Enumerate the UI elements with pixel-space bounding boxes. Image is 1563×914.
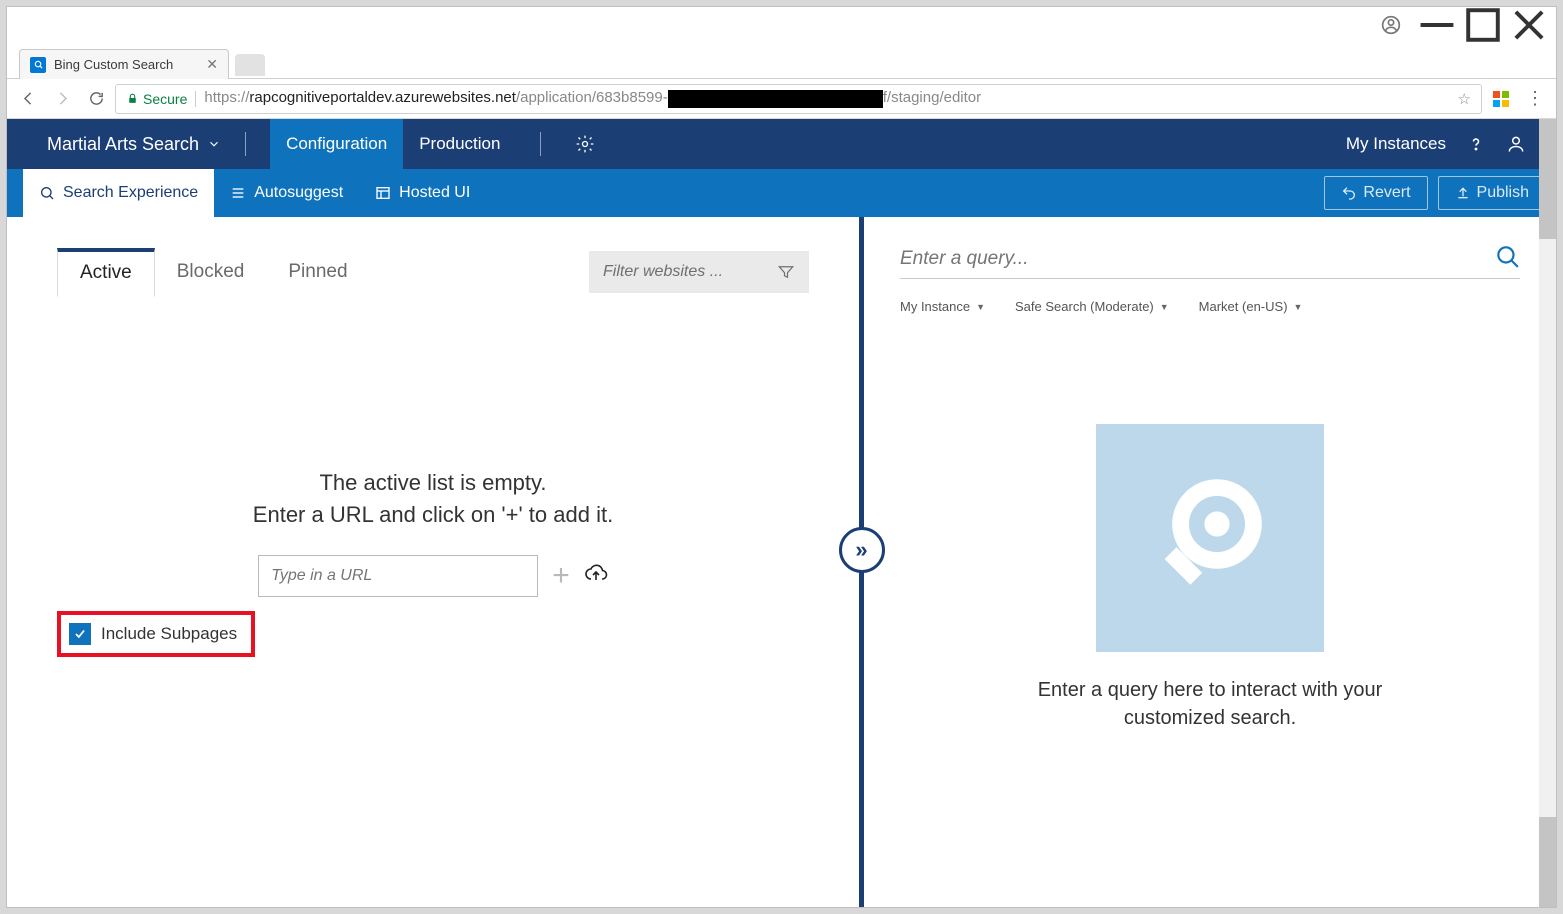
- nav-back-button[interactable]: [13, 84, 43, 114]
- filter-placeholder: Filter websites ...: [603, 263, 723, 281]
- search-options-row: My Instance▼ Safe Search (Moderate)▼ Mar…: [900, 299, 1520, 314]
- search-icon: [1494, 243, 1520, 269]
- favicon-icon: [30, 57, 46, 73]
- dropdown-instance[interactable]: My Instance▼: [900, 299, 985, 314]
- vertical-scrollbar[interactable]: [1539, 119, 1556, 907]
- add-url-button[interactable]: +: [552, 559, 570, 593]
- preview-area: Enter a query here to interact with your…: [900, 424, 1520, 907]
- nav-configuration[interactable]: Configuration: [270, 119, 403, 169]
- url-input[interactable]: [258, 555, 538, 597]
- upload-cloud-button[interactable]: [584, 561, 608, 590]
- list-icon: [230, 185, 246, 201]
- scroll-thumb[interactable]: [1539, 817, 1556, 907]
- window-close-button[interactable]: [1506, 9, 1552, 41]
- secure-lock-icon: Secure: [126, 91, 187, 107]
- search-icon: [39, 185, 55, 201]
- subnav-hosted-ui[interactable]: Hosted UI: [359, 169, 486, 217]
- empty-state: The active list is empty. Enter a URL an…: [57, 467, 809, 657]
- tab-close-icon[interactable]: ✕: [206, 56, 218, 73]
- dropdown-safesearch[interactable]: Safe Search (Moderate)▼: [1015, 299, 1169, 314]
- instance-selector[interactable]: Martial Arts Search: [47, 134, 221, 155]
- layout-icon: [375, 185, 391, 201]
- subnav-search-experience[interactable]: Search Experience: [23, 169, 214, 217]
- user-icon[interactable]: [1496, 134, 1536, 154]
- list-tabs: Active Blocked Pinned Filter websites ..…: [57, 251, 809, 297]
- subnav-label: Autosuggest: [254, 184, 343, 202]
- left-pane: Active Blocked Pinned Filter websites ..…: [7, 217, 859, 907]
- nav-forward-button[interactable]: [47, 84, 77, 114]
- window-minimize-button[interactable]: [1414, 9, 1460, 41]
- preview-message: Enter a query here to interact with your…: [1038, 676, 1383, 732]
- upload-icon: [1455, 185, 1471, 201]
- pane-divider[interactable]: »: [859, 217, 864, 907]
- nav-reload-button[interactable]: [81, 84, 111, 114]
- chevron-down-icon: [207, 137, 221, 151]
- preview-placeholder-image: [1096, 424, 1324, 652]
- subnav-label: Search Experience: [63, 184, 198, 202]
- include-subpages-label: Include Subpages: [101, 624, 237, 644]
- browser-tab-title: Bing Custom Search: [54, 57, 198, 72]
- app-top-nav: Martial Arts Search Configuration Produc…: [7, 119, 1556, 169]
- filter-websites-input[interactable]: Filter websites ...: [589, 251, 809, 293]
- scroll-thumb[interactable]: [1539, 119, 1556, 239]
- new-tab-button[interactable]: [235, 54, 265, 76]
- dropdown-market[interactable]: Market (en-US)▼: [1199, 299, 1303, 314]
- caret-down-icon: ▼: [976, 302, 985, 312]
- filter-icon: [777, 263, 795, 281]
- divider: [540, 132, 541, 156]
- windows-extension-icon[interactable]: [1486, 91, 1516, 107]
- nav-my-instances[interactable]: My Instances: [1336, 119, 1456, 169]
- redacted-segment: [668, 90, 883, 108]
- check-icon: [73, 627, 87, 641]
- app-sub-nav: Search Experience Autosuggest Hosted UI …: [7, 169, 1556, 217]
- tab-pinned[interactable]: Pinned: [266, 251, 369, 295]
- nav-production[interactable]: Production: [403, 119, 516, 169]
- publish-button[interactable]: Publish: [1438, 176, 1546, 210]
- browser-menu-button[interactable]: ⋮: [1520, 88, 1550, 109]
- settings-gear-icon[interactable]: [565, 134, 605, 154]
- browser-tabstrip: Bing Custom Search ✕: [7, 43, 1556, 79]
- magnifier-illustration-icon: [1140, 468, 1280, 608]
- url-text: https://rapcognitiveportaldev.azurewebsi…: [204, 89, 981, 107]
- window-titlebar: [7, 7, 1556, 43]
- divider: [245, 132, 246, 156]
- subnav-label: Hosted UI: [399, 184, 470, 202]
- search-button[interactable]: [1494, 243, 1520, 274]
- subnav-autosuggest[interactable]: Autosuggest: [214, 169, 359, 217]
- include-subpages-checkbox[interactable]: [69, 623, 91, 645]
- expand-handle-button[interactable]: »: [839, 527, 885, 573]
- action-label: Publish: [1477, 184, 1529, 202]
- account-icon[interactable]: [1368, 9, 1414, 41]
- caret-down-icon: ▼: [1294, 302, 1303, 312]
- include-subpages-highlight: Include Subpages: [57, 611, 255, 657]
- instance-name-label: Martial Arts Search: [47, 134, 199, 155]
- undo-icon: [1341, 185, 1357, 201]
- action-label: Revert: [1363, 184, 1410, 202]
- tab-blocked[interactable]: Blocked: [155, 251, 267, 295]
- window-maximize-button[interactable]: [1460, 9, 1506, 41]
- browser-address-bar: Secure https://rapcognitiveportaldev.azu…: [7, 79, 1556, 119]
- bookmark-star-icon[interactable]: ☆: [1458, 90, 1471, 108]
- help-icon[interactable]: [1456, 134, 1496, 154]
- revert-button[interactable]: Revert: [1324, 176, 1427, 210]
- url-omnibox[interactable]: Secure https://rapcognitiveportaldev.azu…: [115, 84, 1482, 114]
- empty-message: The active list is empty. Enter a URL an…: [253, 467, 613, 531]
- tab-active[interactable]: Active: [57, 248, 155, 297]
- caret-down-icon: ▼: [1160, 302, 1169, 312]
- right-pane: My Instance▼ Safe Search (Moderate)▼ Mar…: [864, 217, 1556, 907]
- divider: [195, 91, 196, 107]
- browser-tab[interactable]: Bing Custom Search ✕: [19, 49, 229, 79]
- cloud-upload-icon: [584, 561, 608, 585]
- secure-label: Secure: [143, 91, 187, 107]
- query-input[interactable]: [900, 248, 1494, 270]
